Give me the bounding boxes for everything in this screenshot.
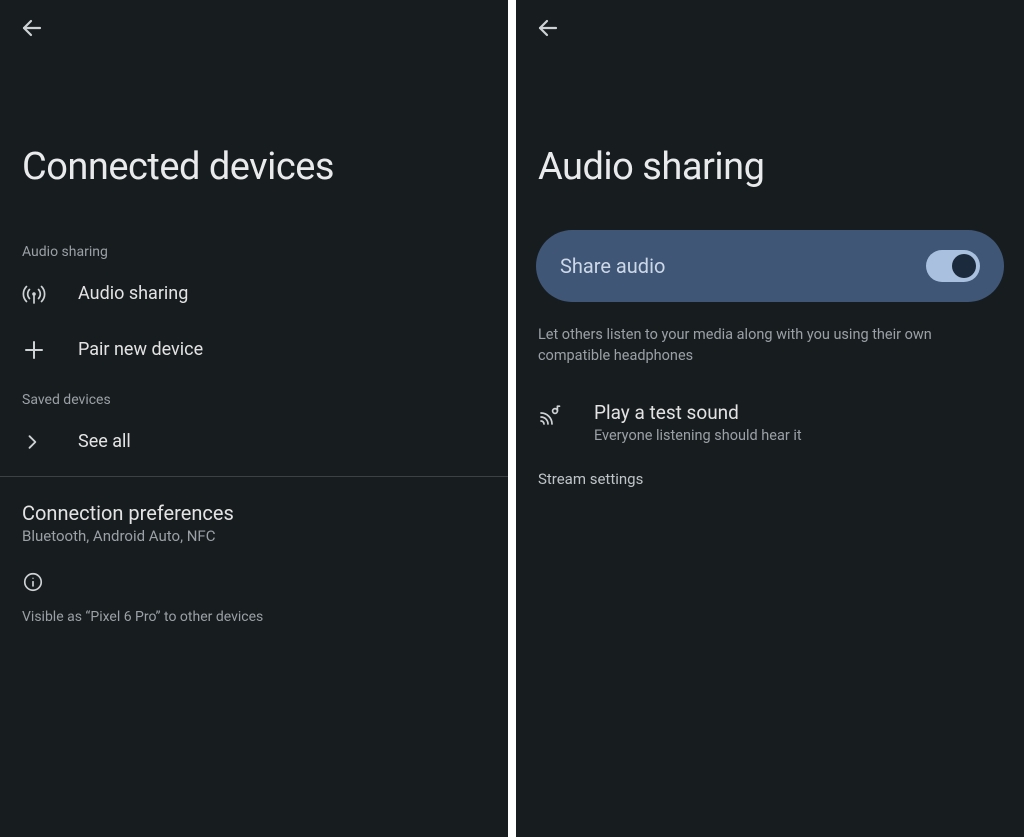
- connected-devices-screen: Connected devices Audio sharing Audio sh…: [0, 0, 508, 837]
- back-button[interactable]: [12, 8, 52, 48]
- row-pair-new-device[interactable]: Pair new device: [0, 322, 508, 378]
- share-audio-label: Share audio: [560, 254, 665, 278]
- row-connection-preferences[interactable]: Connection preferences Bluetooth, Androi…: [0, 477, 508, 563]
- test-sound-title: Play a test sound: [594, 401, 802, 424]
- audio-sharing-screen: Audio sharing Share audio Let others lis…: [516, 0, 1024, 837]
- share-audio-switch[interactable]: [926, 250, 980, 282]
- row-label: See all: [78, 431, 131, 452]
- page-title: Connected devices: [0, 56, 508, 230]
- arrow-left-icon: [536, 16, 560, 40]
- chevron-right-icon: [22, 432, 78, 452]
- page-title: Audio sharing: [516, 56, 1024, 230]
- share-audio-toggle-card[interactable]: Share audio: [536, 230, 1004, 302]
- switch-thumb: [952, 254, 976, 278]
- section-header-saved-devices: Saved devices: [0, 378, 508, 414]
- back-button[interactable]: [528, 8, 568, 48]
- row-see-all[interactable]: See all: [0, 414, 508, 470]
- cast-audio-icon: [538, 401, 594, 431]
- plus-icon: [22, 338, 78, 362]
- arrow-left-icon: [20, 16, 44, 40]
- visibility-info: Visible as “Pixel 6 Pro” to other device…: [0, 563, 508, 638]
- screenshot-divider: [508, 0, 516, 837]
- row-label: Audio sharing: [78, 283, 188, 304]
- connection-preferences-title: Connection preferences: [0, 477, 508, 527]
- section-header-stream-settings: Stream settings: [516, 464, 1024, 494]
- share-audio-help-text: Let others listen to your media along wi…: [516, 318, 1024, 392]
- row-play-test-sound[interactable]: Play a test sound Everyone listening sho…: [516, 391, 1024, 464]
- topbar-right: [516, 0, 1024, 56]
- test-sound-subtitle: Everyone listening should hear it: [594, 427, 802, 444]
- broadcast-icon: [22, 282, 78, 306]
- visibility-text: Visible as “Pixel 6 Pro” to other device…: [22, 607, 486, 628]
- info-icon: [22, 571, 44, 593]
- topbar-left: [0, 0, 508, 56]
- connection-preferences-subtitle: Bluetooth, Android Auto, NFC: [0, 527, 508, 563]
- row-label: Pair new device: [78, 339, 203, 360]
- row-audio-sharing[interactable]: Audio sharing: [0, 266, 508, 322]
- section-header-audio-sharing: Audio sharing: [0, 230, 508, 266]
